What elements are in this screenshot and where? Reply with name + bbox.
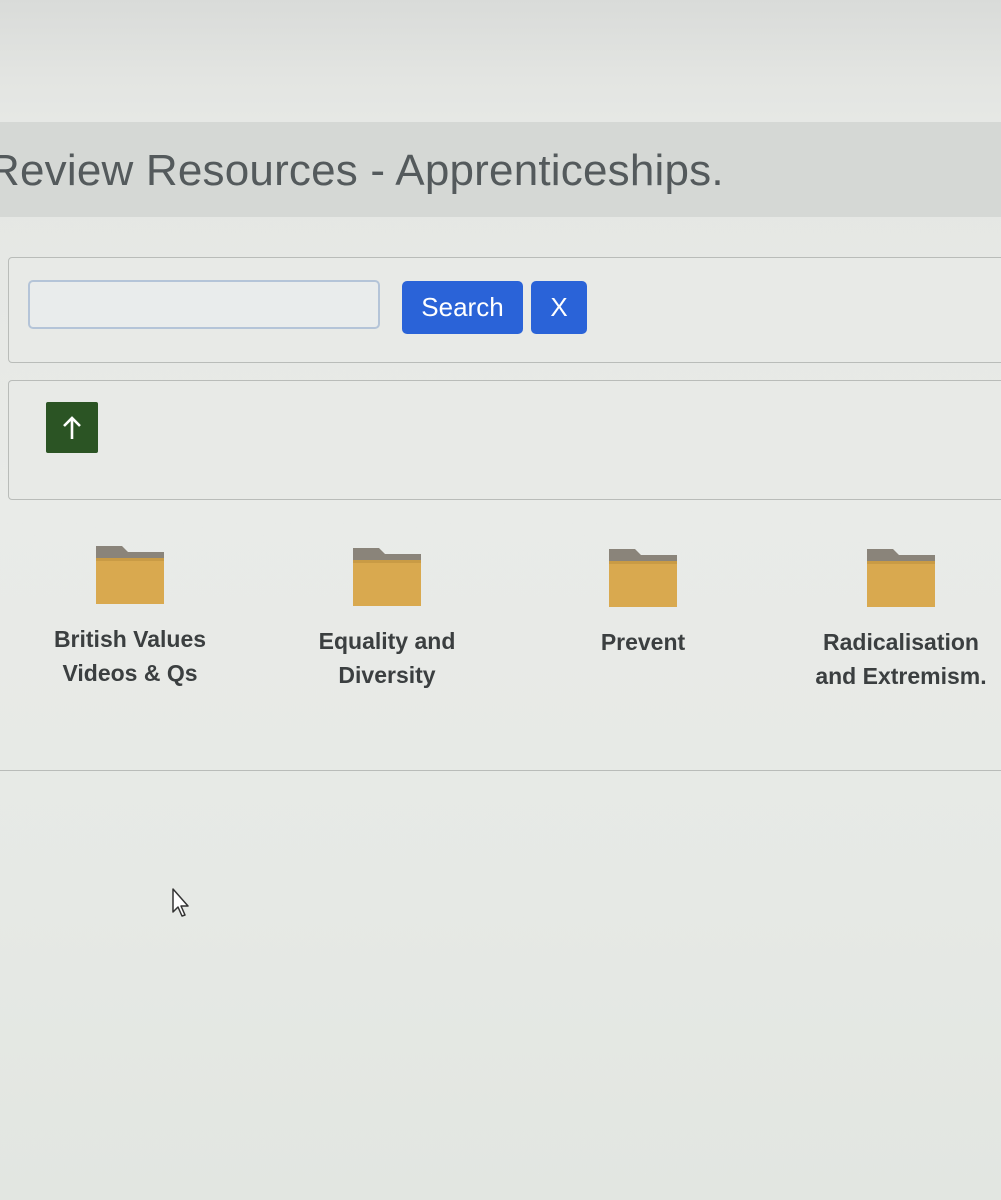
page-title: Review Resources - Apprenticeships. <box>0 146 724 195</box>
folder-label: Prevent <box>600 629 686 655</box>
folder-label: Radicalisation and Extremism. <box>815 629 987 689</box>
folder-icon <box>353 548 421 606</box>
folder-icon <box>867 549 935 607</box>
up-folder-button[interactable] <box>46 402 98 453</box>
folder-icon <box>96 546 164 604</box>
folder-equality-diversity[interactable]: Equality and Diversity <box>287 546 487 692</box>
search-input[interactable] <box>28 280 380 329</box>
folder-british-values[interactable]: British Values Videos & Qs <box>30 544 230 690</box>
clear-search-button[interactable]: X <box>531 281 587 334</box>
arrow-up-icon <box>63 415 81 439</box>
folder-radicalisation-extremism[interactable]: Radicalisation and Extremism. <box>801 547 1001 693</box>
search-button[interactable]: Search <box>402 281 523 334</box>
mouse-cursor-icon <box>172 888 189 917</box>
browser-top-area <box>0 0 1001 122</box>
folder-prevent[interactable]: Prevent <box>543 547 743 659</box>
navigation-panel <box>8 380 1001 500</box>
folder-icon <box>609 549 677 607</box>
folder-grid: British Values Videos & Qs Equality and … <box>0 500 1001 771</box>
folder-label: Equality and Diversity <box>318 628 456 688</box>
folder-label: British Values Videos & Qs <box>53 626 207 686</box>
